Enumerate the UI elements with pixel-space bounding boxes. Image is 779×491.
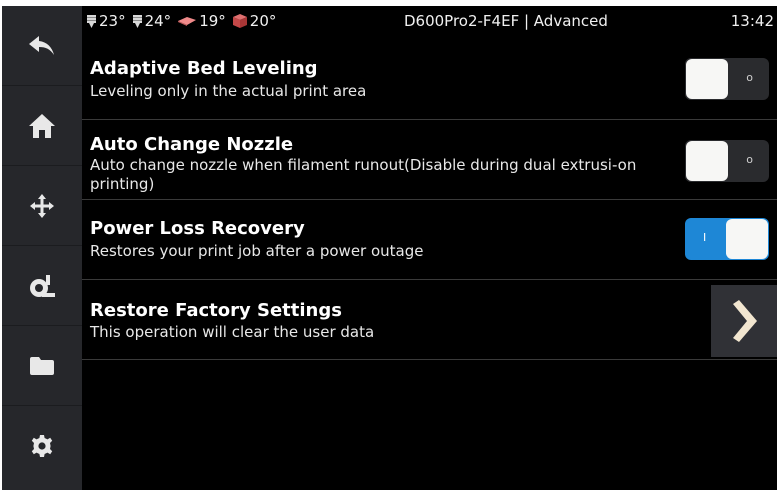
heated-bed-icon: [178, 17, 197, 26]
setting-auto-change-nozzle: Auto Change Nozzle Auto change nozzle wh…: [82, 120, 777, 200]
sidebar: [2, 6, 82, 490]
setting-restore-factory-settings[interactable]: Restore Factory Settings This operation …: [82, 280, 777, 360]
nozzle-2-temp: 24°: [132, 12, 171, 30]
toggle-off-mark: o: [746, 153, 753, 166]
toggle-knob: [686, 59, 728, 99]
nozzle-1-temp: 23°: [86, 12, 126, 30]
setting-description: Auto change nozzle when filament runout(…: [90, 156, 637, 193]
auto-change-nozzle-toggle[interactable]: o: [685, 140, 769, 182]
setting-description: This operation will clear the user data: [90, 323, 375, 341]
power-loss-recovery-toggle[interactable]: I: [685, 218, 769, 260]
home-button[interactable]: [2, 86, 82, 166]
move-button[interactable]: [2, 166, 82, 246]
extruder-icon: [30, 274, 55, 297]
status-bar: 23° 24° 19° 20° D600Pro2-F4EF | Advanced…: [82, 6, 777, 40]
settings-list: Adaptive Bed Leveling Leveling only in t…: [82, 40, 777, 360]
folder-icon: [30, 356, 54, 375]
setting-title: Auto Change Nozzle: [90, 134, 294, 155]
printer-screen: 23° 24° 19° 20° D600Pro2-F4EF | Advanced…: [2, 6, 777, 490]
nozzle-icon: [132, 14, 142, 28]
bed-temp: 19°: [177, 12, 226, 30]
files-button[interactable]: [2, 326, 82, 406]
toggle-on-mark: I: [703, 231, 707, 244]
chamber-temp: 20°: [232, 12, 276, 30]
chamber-cube-icon: [232, 14, 247, 28]
chevron-right-icon: [733, 300, 757, 342]
back-arrow-icon: [29, 35, 54, 55]
setting-description: Restores your print job after a power ou…: [90, 242, 424, 260]
toggle-off-mark: o: [746, 71, 753, 84]
move-arrows-icon: [30, 193, 54, 218]
setting-title: Adaptive Bed Leveling: [90, 58, 318, 79]
settings-button[interactable]: [2, 406, 82, 486]
restore-factory-button[interactable]: [711, 285, 777, 357]
setting-adaptive-bed-leveling: Adaptive Bed Leveling Leveling only in t…: [82, 40, 777, 120]
device-title: D600Pro2-F4EF | Advanced: [404, 12, 608, 30]
back-button[interactable]: [2, 6, 82, 86]
clock: 13:42: [730, 12, 774, 30]
adaptive-bed-leveling-toggle[interactable]: o: [685, 58, 769, 100]
toggle-knob: [686, 141, 728, 181]
temperature-readouts: 23° 24° 19° 20°: [86, 12, 276, 30]
setting-description: Leveling only in the actual print area: [90, 82, 367, 100]
nozzle-icon: [87, 14, 96, 28]
home-icon: [29, 113, 55, 138]
toggle-knob: [726, 219, 768, 259]
setting-title: Restore Factory Settings: [90, 300, 342, 321]
setting-power-loss-recovery: Power Loss Recovery Restores your print …: [82, 200, 777, 280]
setting-title: Power Loss Recovery: [90, 218, 305, 239]
extruder-button[interactable]: [2, 246, 82, 326]
gear-icon: [31, 435, 53, 457]
